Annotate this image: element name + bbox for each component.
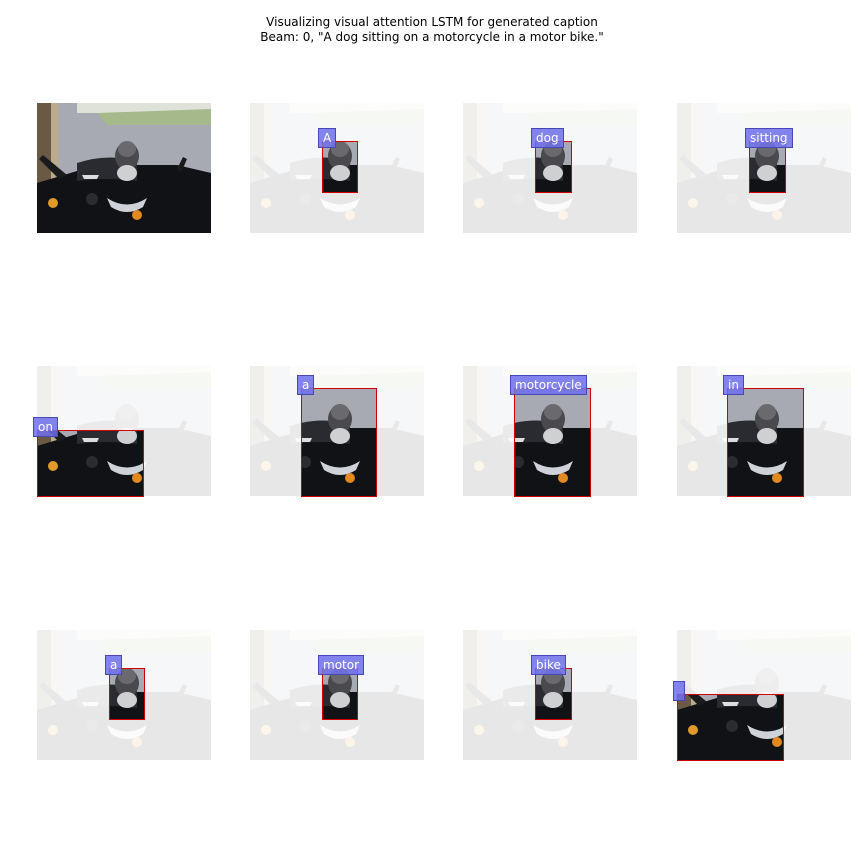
caption-word-label: in [723,375,744,395]
attention-tile: motorcycle [463,366,637,497]
attention-tile: dog [463,103,637,233]
original-image-tile [37,103,211,233]
attention-box [535,668,572,720]
attention-box [301,388,377,497]
caption-word-label: bike [531,655,566,675]
attention-box [109,668,145,720]
attention-box [322,668,358,720]
attention-box [677,694,784,761]
original-photo [37,103,211,233]
attention-box [749,141,786,193]
caption-word-label: a [297,375,315,395]
attention-tile: sitting [677,103,851,233]
figure-title: Visualizing visual attention LSTM for ge… [0,15,864,45]
attention-tile: A [250,103,424,233]
attention-tile: bike [463,630,637,760]
attention-tile: in [677,366,851,497]
attention-tile [673,630,851,761]
caption-word-label: motor [318,655,365,675]
attention-box [727,388,804,497]
title-line-2: Beam: 0, "A dog sitting on a motorcycle … [260,30,604,44]
caption-word-label: on [33,417,58,437]
caption-word-label: sitting [745,128,793,148]
attention-tile: motor [250,630,424,760]
caption-word-label: A [318,128,337,148]
title-line-1: Visualizing visual attention LSTM for ge… [266,15,598,29]
caption-word-label: motorcycle [510,375,587,395]
attention-tile: a [37,630,211,760]
caption-word-label [673,681,685,701]
attention-tile: on [33,366,211,497]
attention-box [37,430,144,497]
caption-word-label: a [105,655,123,675]
caption-word-label: dog [531,128,564,148]
attention-box [322,141,358,193]
attention-box [514,388,591,497]
attention-box [535,141,572,193]
attention-tile: a [250,366,424,497]
